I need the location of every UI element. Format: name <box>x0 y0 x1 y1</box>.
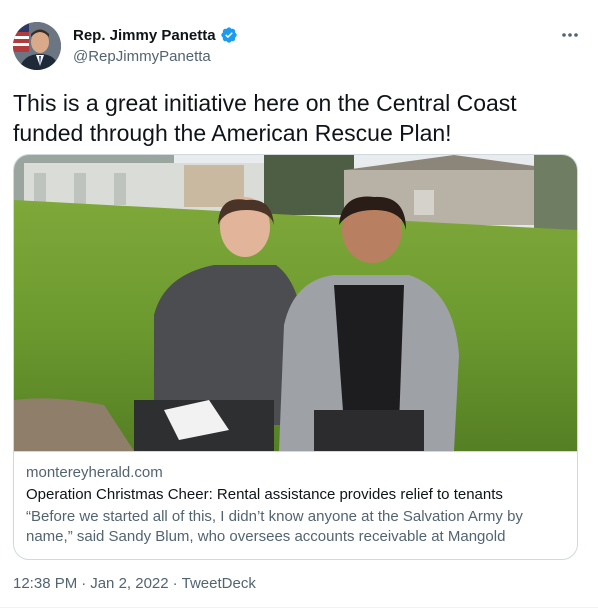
verified-badge-icon <box>220 26 238 44</box>
avatar[interactable] <box>13 22 61 70</box>
card-domain: montereyherald.com <box>26 464 163 481</box>
tweet-text: This is a great initiative here on the C… <box>13 90 517 146</box>
handle[interactable]: @RepJimmyPanetta <box>73 48 238 65</box>
avatar-photo <box>13 22 61 70</box>
tweet-header: Rep. Jimmy Panetta @RepJimmyPanetta <box>13 22 585 70</box>
card-description: “Before we started all of this, I didn’t… <box>26 508 523 545</box>
display-name[interactable]: Rep. Jimmy Panetta <box>73 27 216 44</box>
card-image[interactable] <box>14 155 577 452</box>
card-photo <box>14 155 577 451</box>
card-title: Operation Christmas Cheer: Rental assist… <box>26 486 503 503</box>
tweet-meta: 12:38 PM · Jan 2, 2022 · TweetDeck <box>13 575 256 592</box>
more-horizontal-icon <box>562 33 578 37</box>
tweet-date[interactable]: Jan 2, 2022 <box>90 575 168 592</box>
meta-separator: · <box>81 575 87 592</box>
card-body: montereyherald.com Operation Christmas C… <box>26 463 568 547</box>
divider <box>0 607 598 608</box>
author-names: Rep. Jimmy Panetta @RepJimmyPanetta <box>73 25 238 65</box>
meta-separator: · <box>172 575 178 592</box>
tweet: Rep. Jimmy Panetta @RepJimmyPanetta This… <box>0 0 598 609</box>
more-button[interactable] <box>557 22 583 48</box>
link-card[interactable]: montereyherald.com Operation Christmas C… <box>13 154 578 560</box>
tweet-source[interactable]: TweetDeck <box>182 575 256 592</box>
display-name-row: Rep. Jimmy Panetta <box>73 25 238 45</box>
tweet-time[interactable]: 12:38 PM <box>13 575 77 592</box>
